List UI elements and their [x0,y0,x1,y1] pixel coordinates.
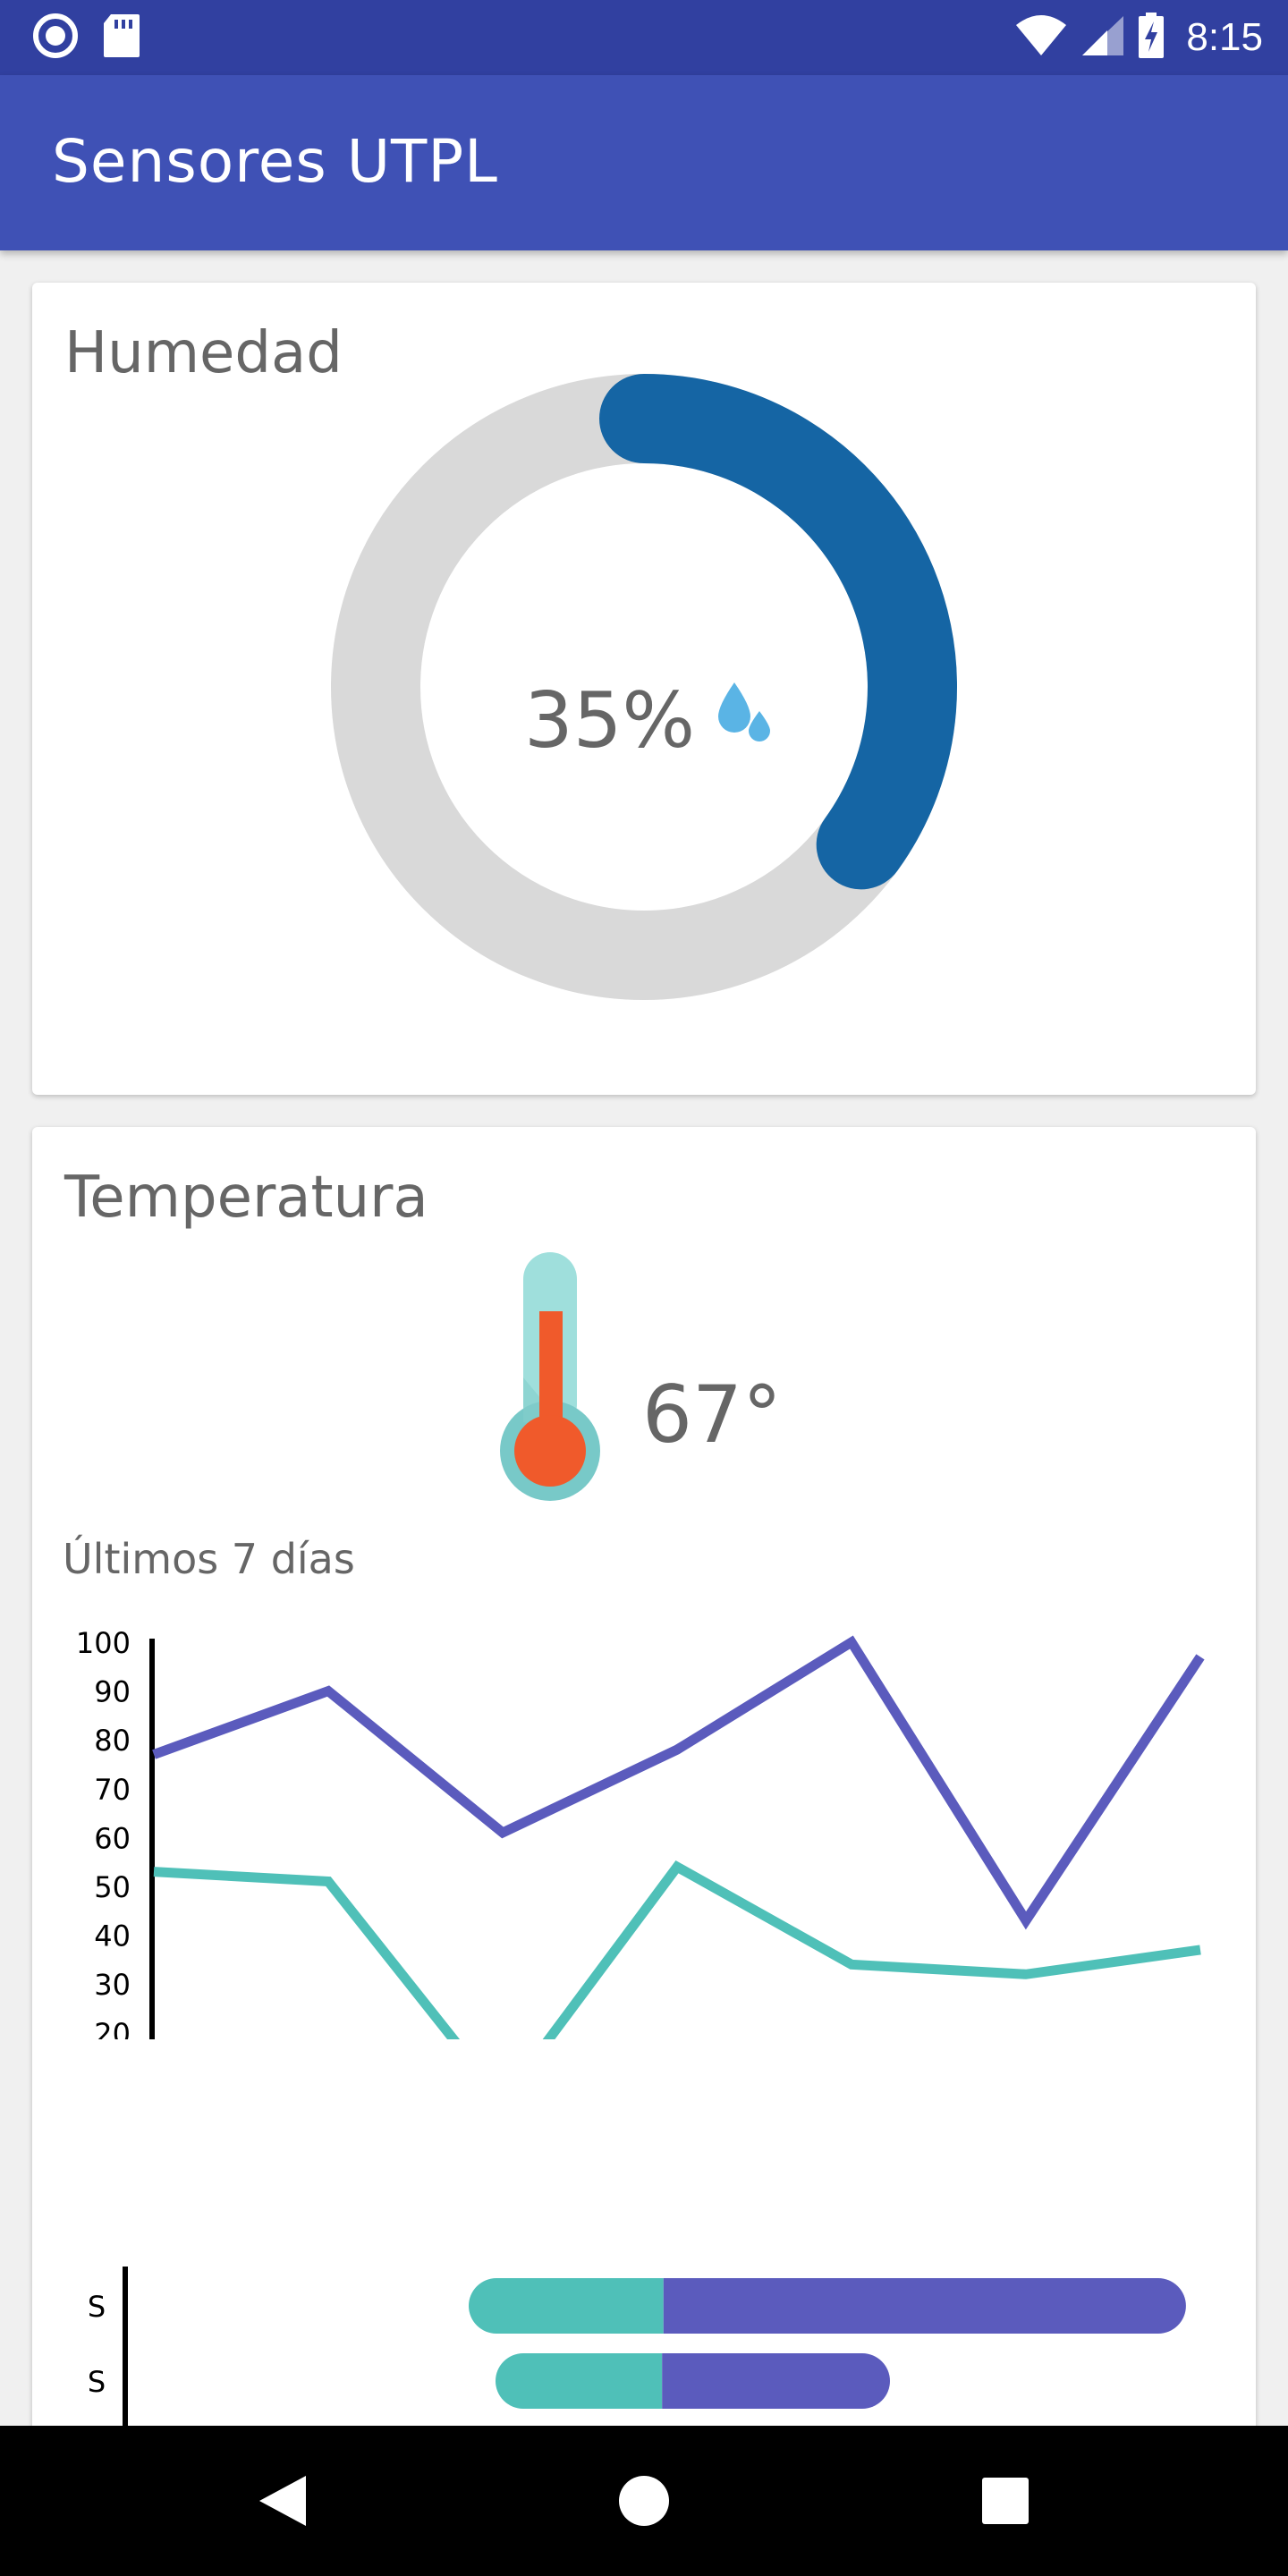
y-tick-label: 90 [94,1675,131,1709]
gauge-fill [599,374,957,890]
y-tick-label: 100 [76,1626,131,1660]
battery-charging-icon [1138,13,1165,63]
recents-button[interactable] [916,2426,1095,2576]
back-button[interactable] [193,2426,372,2576]
chart-subtitle: Últimos 7 días [63,1535,355,1583]
recents-icon [982,2478,1029,2524]
temperature-title: Temperatura [64,1165,428,1231]
y-tick-label: 40 [94,1919,131,1953]
thermometer-icon [500,1252,600,1501]
bar-segment [662,2353,890,2409]
bar-segment [663,2278,1186,2334]
temperature-value: 67° [642,1368,782,1461]
home-icon [619,2476,669,2526]
status-time: 8:15 [1186,15,1263,59]
status-bar: 8:15 [0,0,1288,75]
y-tick-label: 80 [94,1724,131,1758]
bar-category-label: S [88,2290,106,2324]
y-tick-label: 30 [94,1968,131,2002]
y-tick-label: 20 [94,2017,131,2039]
sd-card-icon [102,13,141,63]
bar-category-label: S [88,2365,106,2399]
app-bar: Sensores UTPL [0,75,1288,250]
wifi-icon [1014,14,1068,61]
weekly-bar-chart: SS [88,2267,1186,2426]
humidity-card[interactable]: Humedad 35% [32,283,1256,1095]
cell-signal-icon [1080,14,1125,61]
back-icon [259,2476,306,2526]
navigation-bar [0,2426,1288,2576]
bar-segment [469,2278,664,2334]
y-tick-label: 50 [94,1870,131,1904]
home-button[interactable] [555,2426,733,2576]
weekly-line-chart: 0102030405060708090100 MTWTFSS [76,1626,1205,2039]
water-drops-icon [716,676,774,766]
y-tick-label: 60 [94,1821,131,1855]
app-indicator-icon [32,13,79,63]
app-title: Sensores UTPL [52,127,498,196]
humidity-value-label: 35% [524,676,696,766]
y-tick-label: 70 [94,1773,131,1807]
humidity-value: 35% [524,676,774,766]
bar-segment [496,2353,663,2409]
